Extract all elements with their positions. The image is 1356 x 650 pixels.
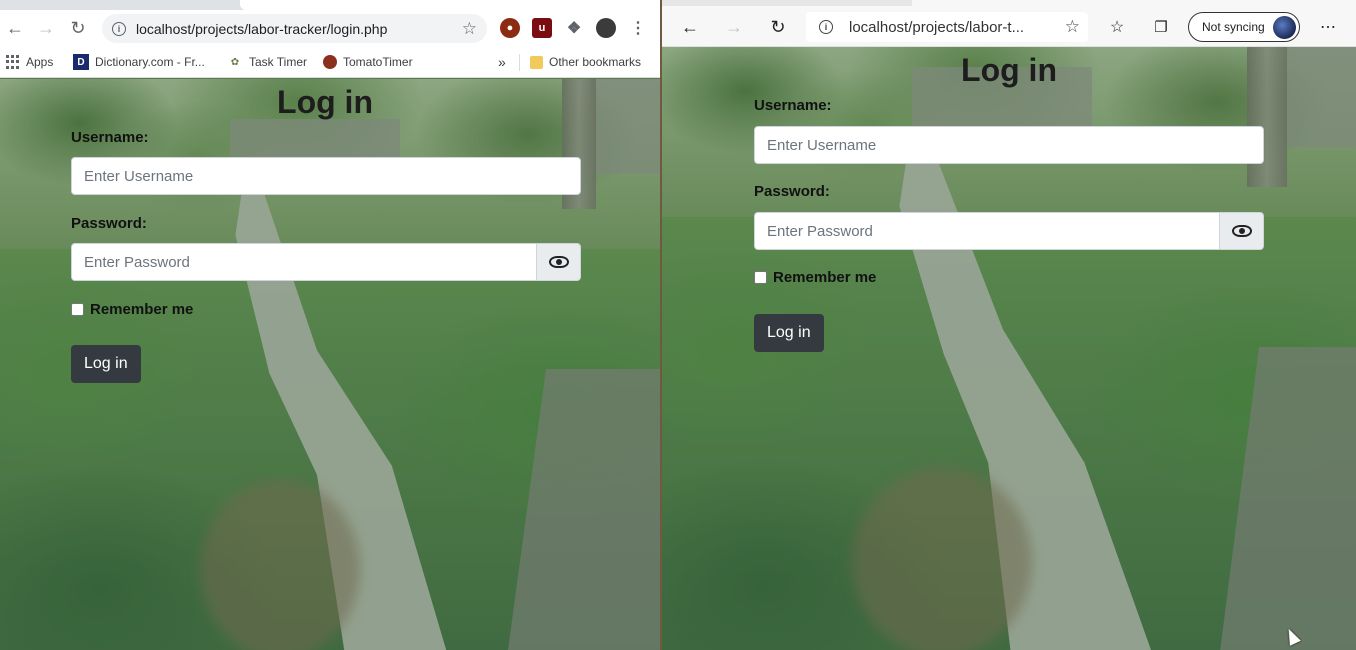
bookmark-task-timer[interactable]: ✿ Task Timer [227,53,307,71]
sync-status-label: Not syncing [1202,20,1265,34]
remember-me-checkbox[interactable] [71,303,84,316]
edge-toolbar: ← → ↻ i localhost/projects/labor-t... ☆ … [662,6,1356,47]
password-group: Enter Password [71,243,581,281]
profile-avatar[interactable] [596,18,616,38]
remember-me: Remember me [71,301,193,318]
other-bookmarks-label: Other bookmarks [549,55,642,69]
page-title: Log in [961,52,1057,88]
apps-grid-icon [6,55,20,69]
password-input[interactable]: Enter Password [71,243,537,281]
password-label: Password: [71,215,147,232]
show-password-button[interactable] [537,243,581,281]
eye-icon [1231,225,1252,237]
reload-icon[interactable]: ↻ [63,13,93,43]
puzzle-extensions-icon[interactable]: ❖ [564,18,584,38]
address-url: localhost/projects/labor-tracker/login.p… [136,20,388,37]
profile-avatar [1273,16,1296,39]
bookmark-tomatotimer[interactable]: TomatoTimer [323,53,413,71]
bookmark-label: Apps [26,55,54,69]
login-button[interactable]: Log in [71,345,141,383]
page-title: Log in [277,84,373,120]
password-input[interactable]: Enter Password [754,212,1220,250]
forward-arrow-icon[interactable]: → [721,14,747,40]
address-url: localhost/projects/labor-t... [849,18,1025,36]
chrome-window: ← → ↻ i localhost/projects/labor-tracker… [0,0,660,650]
more-menu-icon[interactable]: ⋯ [1315,14,1341,40]
profile-sync-button[interactable]: Not syncing [1188,12,1300,42]
chrome-address-bar[interactable]: i localhost/projects/labor-tracker/login… [102,14,487,43]
remember-me-label: Remember me [773,269,877,286]
password-label: Password: [754,183,830,200]
page-viewport: Log in Username: Enter Username Password… [0,79,660,650]
bookmarks-bar: Apps D Dictionary.com - Fr... ✿ Task Tim… [0,47,660,78]
remember-me-checkbox[interactable] [754,271,767,284]
site-info-icon[interactable]: i [112,21,126,36]
folder-icon [530,55,543,69]
edge-window: ← → ↻ i localhost/projects/labor-t... ☆ … [662,0,1356,650]
remember-me: Remember me [754,269,876,286]
back-arrow-icon[interactable]: ← [0,13,30,43]
username-input[interactable]: Enter Username [754,126,1264,164]
bookmark-dictionary[interactable]: D Dictionary.com - Fr... [73,53,205,71]
eye-icon [548,256,569,268]
login-button[interactable]: Log in [754,314,824,352]
site-info-icon[interactable]: i [819,20,833,34]
bookmark-star-icon[interactable]: ☆ [462,19,477,39]
other-bookmarks[interactable]: Other bookmarks [530,53,641,71]
username-input[interactable]: Enter Username [71,157,581,195]
chrome-menu-icon[interactable]: ⋮ [628,18,648,38]
back-arrow-icon[interactable]: ← [677,14,703,40]
show-password-button[interactable] [1220,212,1264,250]
refresh-icon[interactable]: ↻ [765,14,791,40]
username-label: Username: [71,129,149,146]
username-label: Username: [754,97,832,114]
remember-me-label: Remember me [90,301,194,318]
bookmarks-overflow-chevron-icon[interactable]: » [498,53,506,71]
forward-arrow-icon[interactable]: → [31,13,61,43]
extension-shield-icon[interactable]: ● [500,18,520,38]
chrome-toolbar: ← → ↻ i localhost/projects/labor-tracker… [0,10,660,47]
bookmark-label: TomatoTimer [343,55,413,69]
collections-icon[interactable]: ❐ [1148,14,1174,40]
task-timer-icon: ✿ [230,56,240,68]
password-group: Enter Password [754,212,1264,250]
page-viewport: Log in Username: Enter Username Password… [662,47,1356,650]
add-favorite-star-icon[interactable]: ☆ [1065,17,1080,37]
ublock-extension-icon[interactable]: u [532,18,552,38]
bookmarks-divider [519,54,520,71]
bookmark-apps[interactable]: Apps [6,53,53,71]
bookmark-label: Dictionary.com - Fr... [95,55,205,69]
tomato-icon [323,55,337,69]
dictionary-icon: D [73,54,89,70]
bookmark-label: Task Timer [249,55,308,69]
edge-address-bar[interactable]: i localhost/projects/labor-t... ☆ [806,12,1088,42]
favorites-icon[interactable]: ☆ [1104,14,1130,40]
chrome-active-tab-edge [240,0,660,10]
